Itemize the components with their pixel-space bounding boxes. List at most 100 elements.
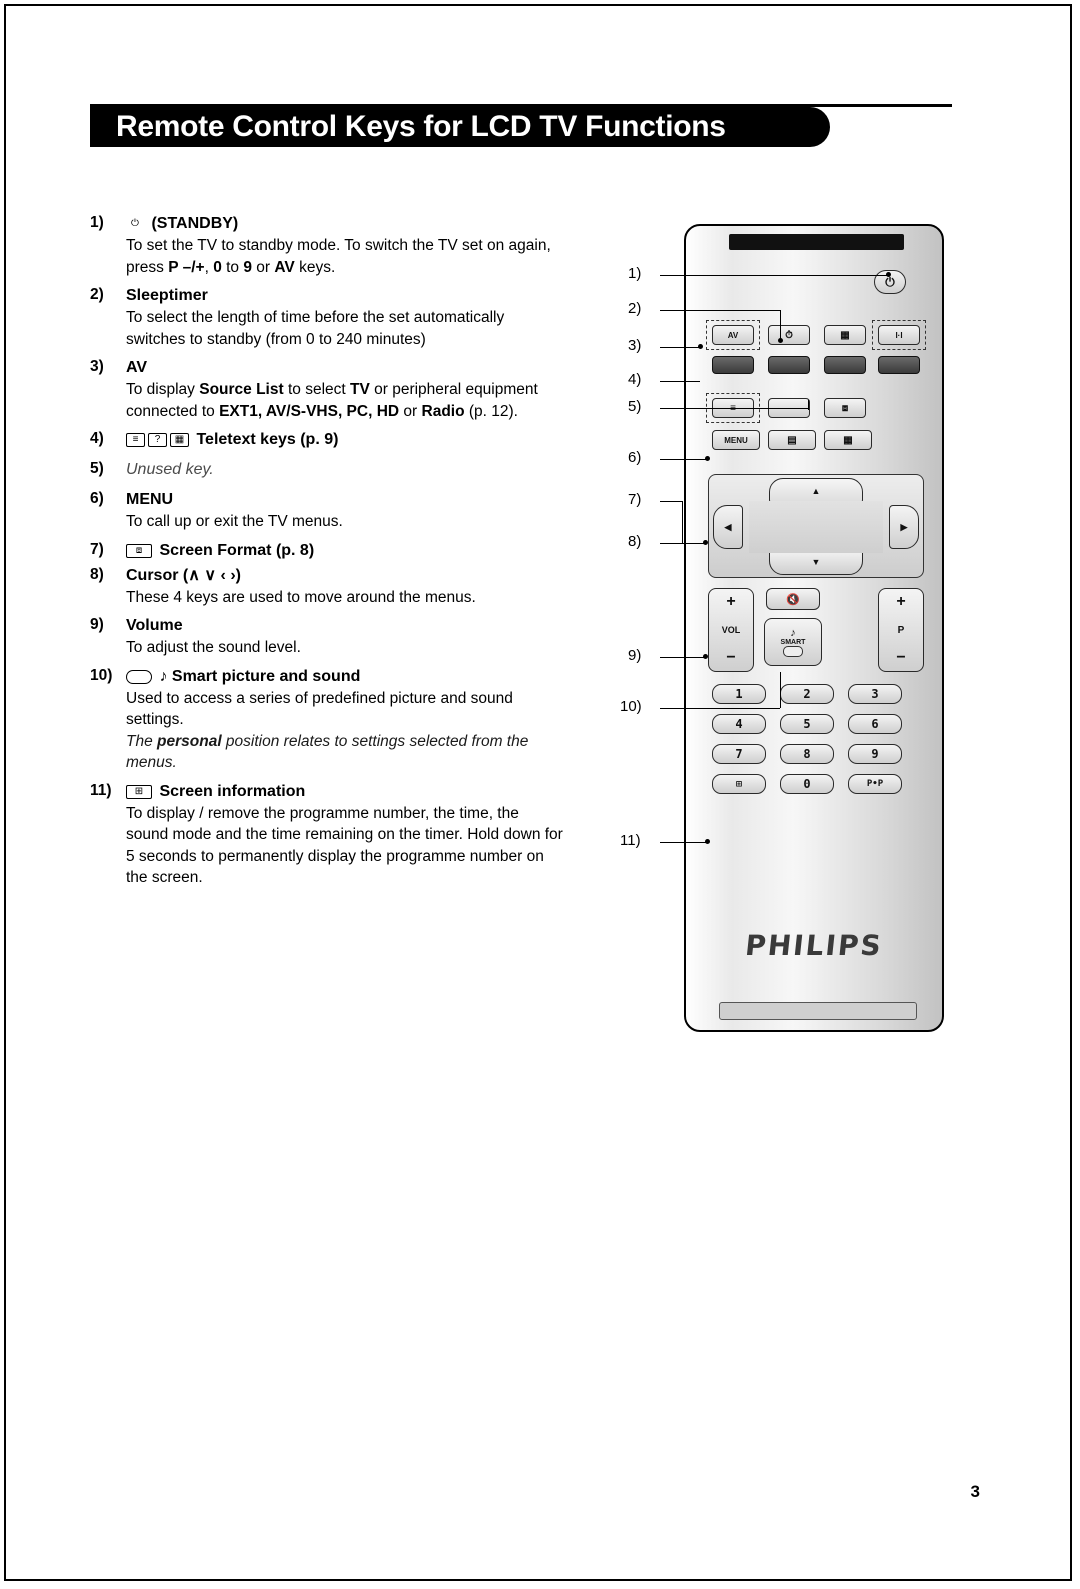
callout-6: 6) <box>628 449 642 466</box>
digit-label: 3 <box>871 687 879 701</box>
instruction-item-3: 3) AV To display Source List to select T… <box>90 356 565 422</box>
remote-smart-button[interactable]: ♪ SMART <box>764 618 822 666</box>
item-number: 2) <box>90 286 104 303</box>
program-down-icon: − <box>896 649 906 666</box>
item-number: 1) <box>90 214 104 231</box>
remote-sleeptimer-button[interactable]: ⏱ <box>768 325 810 345</box>
digit-2-button[interactable]: 2 <box>780 684 834 704</box>
callout-1-leader <box>660 275 888 276</box>
pp-label: P•P <box>866 779 884 789</box>
item-heading: Volume <box>126 617 183 634</box>
callout-5-leader-v <box>808 400 809 410</box>
digit-label: 6 <box>871 717 879 731</box>
cursor-right-icon: ▶ <box>900 521 908 532</box>
item-number: 6) <box>90 490 104 507</box>
remote-navigation-pad[interactable]: ▲ ◀ ▶ ▼ <box>708 474 924 578</box>
item-body: To display Source List to select TV or p… <box>126 381 538 420</box>
item-heading: ⧈ Screen Format (p. 8) <box>126 539 565 562</box>
callout-4-leader <box>660 381 700 382</box>
digit-5-button[interactable]: 5 <box>780 714 834 734</box>
digit-9-button[interactable]: 9 <box>848 744 902 764</box>
digit-6-button[interactable]: 6 <box>848 714 902 734</box>
teletext-icon: ▦ <box>840 329 850 341</box>
item-number: 11) <box>90 781 112 799</box>
navpad-center <box>749 501 883 553</box>
remote-format-button-top[interactable]: I·I <box>878 325 920 345</box>
digit-3-button[interactable]: 3 <box>848 684 902 704</box>
callout-8: 8) <box>628 533 642 550</box>
remote-screen-format-button[interactable]: ⧈ <box>824 398 866 418</box>
remote-info-button[interactable]: ▦ <box>824 430 872 450</box>
smart-button-icon <box>126 669 152 684</box>
cursor-up-icon: ▲ <box>811 486 821 496</box>
item-note: The personal position relates to setting… <box>126 732 529 772</box>
cursor-left-button[interactable]: ◀ <box>713 505 743 549</box>
program-up-icon: + <box>896 593 906 610</box>
callout-9-leader <box>660 657 706 658</box>
remote-color-key-green[interactable] <box>768 356 810 374</box>
callout-7-leader <box>660 501 682 502</box>
callout-1-dot <box>886 272 891 277</box>
item-body: To display / remove the programme number… <box>126 804 563 887</box>
item-heading: Unused key. <box>126 461 214 478</box>
remote-menu-button[interactable]: MENU <box>712 430 760 450</box>
instruction-item-6: 6) MENU To call up or exit the TV menus. <box>90 488 565 533</box>
remote-screen-info-button[interactable]: ⊞ <box>712 774 766 794</box>
format-label: I·I <box>895 330 903 340</box>
item-heading: Sleeptimer <box>126 287 208 304</box>
cursor-right-button[interactable]: ▶ <box>889 505 919 549</box>
page-number: 3 <box>970 1482 980 1501</box>
item-body: To call up or exit the TV menus. <box>126 513 343 530</box>
callout-8-leader <box>660 543 706 544</box>
item-heading: ⏻ (STANDBY) <box>126 212 565 235</box>
callout-11-dot <box>705 839 710 844</box>
digit-7-button[interactable]: 7 <box>712 744 766 764</box>
callout-10: 10) <box>620 698 642 715</box>
remote-teletext-button[interactable]: ▦ <box>824 325 866 345</box>
instructions-column: 1) ⏻ (STANDBY) To set the TV to standby … <box>90 212 565 892</box>
page-title: Remote Control Keys for LCD TV Functions <box>116 110 726 143</box>
callout-11-leader <box>660 842 708 843</box>
remote-color-key-red[interactable] <box>712 356 754 374</box>
volume-up-icon: + <box>726 593 736 610</box>
item-heading: ⊞ Screen information <box>126 780 565 803</box>
instruction-item-5: 5) Unused key. <box>90 458 565 481</box>
remote-av-button[interactable]: AV <box>712 325 754 345</box>
callout-4: 4) <box>628 371 642 388</box>
remote-color-key-blue[interactable] <box>878 356 920 374</box>
digit-1-button[interactable]: 1 <box>712 684 766 704</box>
instruction-item-10: 10) ♪ Smart picture and sound Used to ac… <box>90 665 565 774</box>
callout-9: 9) <box>628 647 642 664</box>
item-number: 3) <box>90 358 104 375</box>
screen-info-icon: ⊞ <box>126 784 152 799</box>
callout-11: 11) <box>620 832 641 849</box>
digit-label: 8 <box>803 747 811 761</box>
digit-label: 7 <box>735 747 743 761</box>
digit-0-button[interactable]: 0 <box>780 774 834 794</box>
remote-volume-rocker[interactable]: + VOL − <box>708 588 754 672</box>
program-label: P <box>897 624 905 636</box>
item-body: Used to access a series of predefined pi… <box>126 689 513 729</box>
remote-mute-button[interactable]: 🔇 <box>766 588 820 610</box>
callout-9-dot <box>703 654 708 659</box>
remote-control-illustration: ⏻ AV ⏱ ▦ I·I ≡ ⧈ MENU <box>676 222 952 1034</box>
digit-8-button[interactable]: 8 <box>780 744 834 764</box>
instruction-item-8: 8) Cursor (∧ ∨ ‹ ›) These 4 keys are use… <box>90 564 565 609</box>
remote-subtitle-button[interactable]: ▤ <box>768 430 816 450</box>
callout-10-leader-v <box>780 672 781 708</box>
remote-top-panel <box>729 234 904 250</box>
cursor-down-icon: ▼ <box>811 557 821 567</box>
volume-label: VOL <box>721 625 741 635</box>
remote-pp-button[interactable]: P•P <box>848 774 902 794</box>
callout-2-leader <box>660 310 780 311</box>
screen-info-icon: ⊞ <box>735 778 743 790</box>
item-number: 4) <box>90 430 104 447</box>
remote-program-rocker[interactable]: + P − <box>878 588 924 672</box>
item-heading: ≡? ▦ Teletext keys (p. 9) <box>126 428 565 451</box>
screen-format-icon: ⧈ <box>841 402 849 414</box>
digit-4-button[interactable]: 4 <box>712 714 766 734</box>
screen-format-icon: ⧈ <box>126 543 152 558</box>
item-number: 9) <box>90 616 104 633</box>
remote-color-key-yellow[interactable] <box>824 356 866 374</box>
volume-down-icon: − <box>726 649 736 666</box>
